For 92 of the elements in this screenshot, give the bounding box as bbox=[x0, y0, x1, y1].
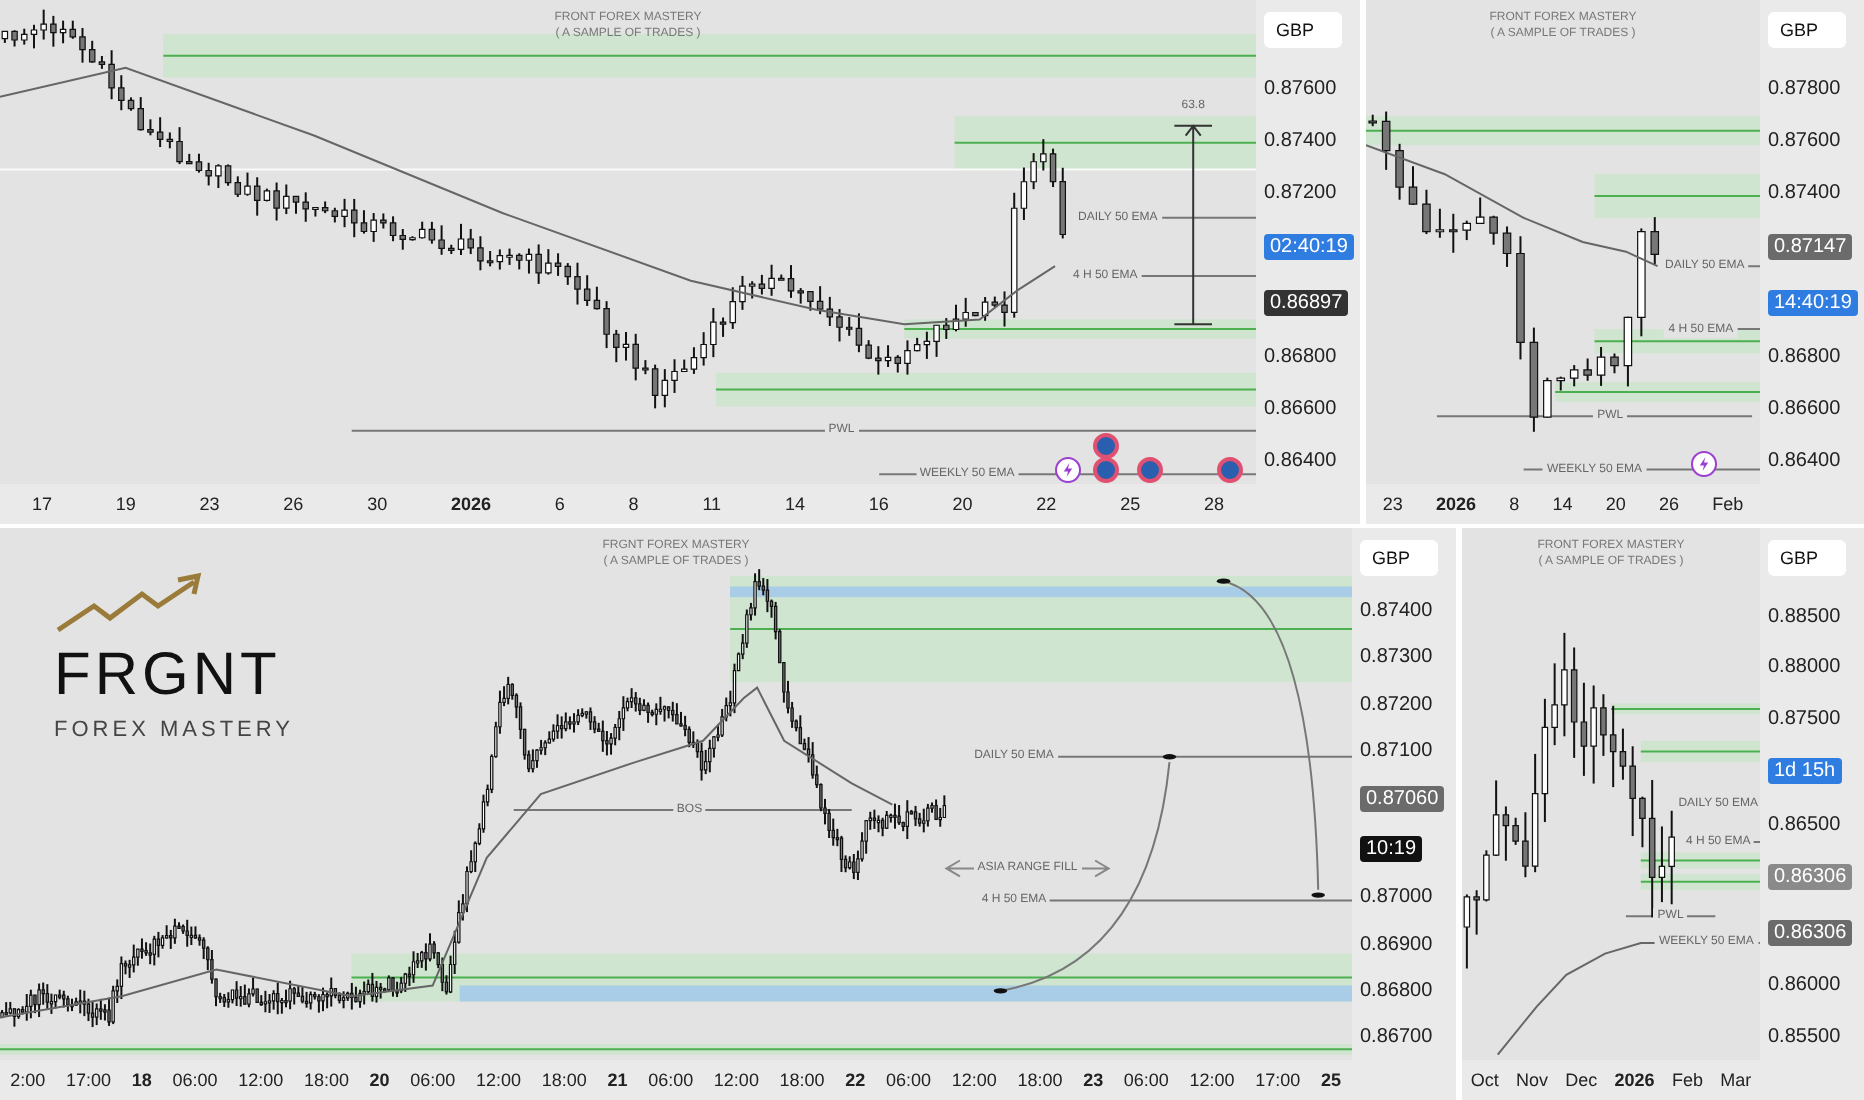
time-label: 18:00 bbox=[779, 1070, 825, 1090]
time-label: 2026 bbox=[1614, 1070, 1655, 1090]
time-label: 8 bbox=[628, 494, 639, 514]
logo-name: FRGNT bbox=[54, 642, 283, 711]
time-label: 18:00 bbox=[541, 1070, 587, 1090]
time-label: 17:00 bbox=[66, 1070, 112, 1090]
price-label: 0.86700 bbox=[1360, 1025, 1433, 1048]
time-label: 26 bbox=[1659, 494, 1680, 514]
time-label: 18 bbox=[131, 1070, 152, 1090]
price-label: 0.86800 bbox=[1768, 346, 1841, 368]
time-label: Feb bbox=[1712, 494, 1744, 514]
time-label: 30 bbox=[367, 494, 388, 514]
time-label: 2026 bbox=[450, 494, 491, 514]
price-tag: 1d 15h bbox=[1768, 758, 1842, 785]
currency-label[interactable]: GBP bbox=[1360, 540, 1439, 576]
time-label: 06:00 bbox=[410, 1070, 456, 1090]
price-label: 0.86600 bbox=[1768, 398, 1841, 420]
price-label: 0.87200 bbox=[1264, 182, 1337, 204]
time-label: 22 bbox=[845, 1070, 866, 1090]
time-label: 11 bbox=[702, 494, 722, 514]
time-label: 12:00 bbox=[951, 1070, 997, 1090]
time-label: Mar bbox=[1720, 1070, 1752, 1090]
time-label: 2:00 bbox=[10, 1070, 46, 1090]
price-label: 0.87300 bbox=[1360, 646, 1433, 669]
time-label: 14 bbox=[784, 494, 805, 514]
price-label: 0.86800 bbox=[1264, 346, 1337, 368]
time-label: 12:00 bbox=[713, 1070, 759, 1090]
time-label: 22 bbox=[1036, 494, 1057, 514]
time-label: 26 bbox=[283, 494, 304, 514]
time-label: 12:00 bbox=[476, 1070, 522, 1090]
time-label: 12:00 bbox=[238, 1070, 284, 1090]
price-label: 0.86000 bbox=[1768, 974, 1841, 997]
price-tag: 02:40:19 bbox=[1264, 234, 1354, 260]
price-label: 0.86400 bbox=[1264, 450, 1337, 472]
price-label: 0.87100 bbox=[1360, 739, 1433, 762]
price-label: 0.87500 bbox=[1768, 707, 1841, 730]
price-label: 0.86500 bbox=[1768, 813, 1841, 836]
time-label: 06:00 bbox=[1123, 1070, 1169, 1090]
price-label: 0.87400 bbox=[1264, 130, 1337, 152]
time-label: 20 bbox=[1605, 494, 1626, 514]
time-label: 06:00 bbox=[648, 1070, 694, 1090]
price-tag: 0.87060 bbox=[1360, 785, 1445, 812]
price-label: 0.87000 bbox=[1360, 886, 1433, 909]
time-label: 23 bbox=[1083, 1070, 1104, 1090]
price-label: 0.87600 bbox=[1768, 130, 1841, 152]
price-label: 0.86800 bbox=[1360, 979, 1433, 1002]
price-label: 0.86600 bbox=[1264, 398, 1337, 420]
time-label: 8 bbox=[1509, 494, 1520, 514]
time-label: 2026 bbox=[1435, 494, 1476, 514]
time-label: 6 bbox=[554, 494, 565, 514]
price-label: 0.86900 bbox=[1360, 933, 1433, 955]
time-label: 20 bbox=[369, 1070, 390, 1090]
time-label: 20 bbox=[952, 494, 973, 514]
time-label: 21 bbox=[607, 1070, 628, 1090]
time-label: 18:00 bbox=[1017, 1070, 1063, 1090]
logo-tagline: FOREX MASTERY bbox=[54, 718, 294, 743]
time-label: 18:00 bbox=[303, 1070, 349, 1090]
price-label: 0.85500 bbox=[1768, 1025, 1841, 1048]
price-tag: 0.86306 bbox=[1768, 864, 1853, 891]
time-label: Oct bbox=[1470, 1070, 1499, 1090]
price-label: 0.87400 bbox=[1360, 600, 1433, 623]
time-label: 14 bbox=[1552, 494, 1573, 514]
price-tag: 0.87147 bbox=[1768, 234, 1853, 260]
time-label: 25 bbox=[1120, 494, 1141, 514]
price-label: 0.87400 bbox=[1768, 182, 1841, 204]
time-label: Feb bbox=[1671, 1070, 1703, 1090]
time-label: 06:00 bbox=[172, 1070, 218, 1090]
price-label: 0.88000 bbox=[1768, 656, 1841, 679]
price-label: 0.87200 bbox=[1360, 693, 1433, 716]
price-tag: 0.86897 bbox=[1264, 290, 1349, 316]
price-tag: 0.86306 bbox=[1768, 919, 1853, 946]
time-label: 16 bbox=[868, 494, 889, 514]
time-label: Nov bbox=[1515, 1070, 1548, 1090]
time-label: 19 bbox=[115, 494, 136, 514]
currency-label[interactable]: GBP bbox=[1768, 12, 1847, 48]
price-tag: 14:40:19 bbox=[1768, 290, 1858, 316]
time-label: 12:00 bbox=[1189, 1070, 1235, 1090]
time-label: 25 bbox=[1320, 1070, 1341, 1090]
time-label: Dec bbox=[1565, 1070, 1598, 1090]
time-label: 23 bbox=[199, 494, 220, 514]
price-label: 0.87800 bbox=[1768, 78, 1841, 100]
price-label: 0.86400 bbox=[1768, 450, 1841, 472]
price-tag: 10:19 bbox=[1360, 836, 1423, 863]
price-label: 0.87600 bbox=[1264, 78, 1337, 100]
currency-label[interactable]: GBP bbox=[1264, 12, 1343, 48]
price-label: 0.88500 bbox=[1768, 605, 1841, 628]
currency-label[interactable]: GBP bbox=[1768, 540, 1847, 576]
time-label: 28 bbox=[1203, 494, 1224, 514]
time-label: 06:00 bbox=[885, 1070, 932, 1090]
time-label: 17:00 bbox=[1255, 1070, 1301, 1090]
time-label: 23 bbox=[1382, 494, 1403, 514]
time-label: 17 bbox=[31, 494, 52, 514]
